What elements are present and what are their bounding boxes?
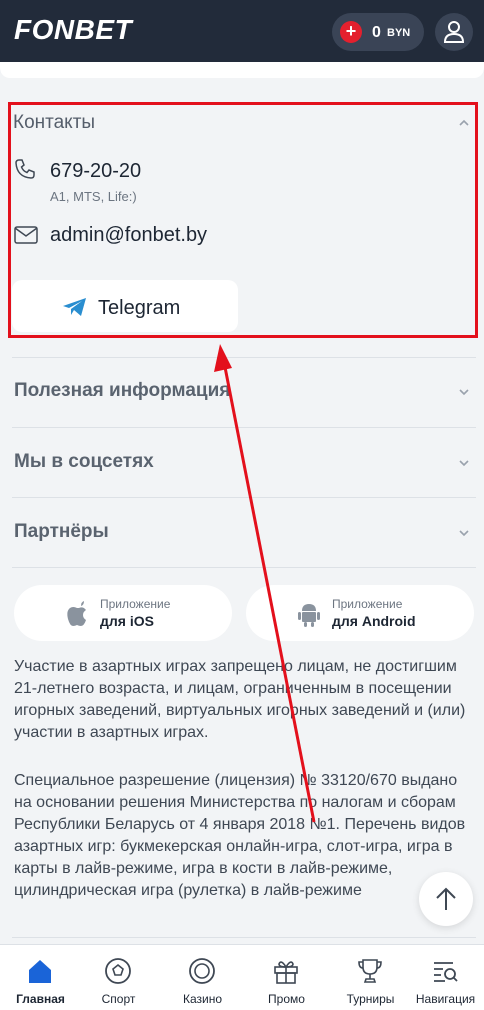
navigation-search-icon bbox=[434, 962, 458, 982]
balance-button[interactable]: + 0 BYN bbox=[332, 13, 424, 51]
trophy-icon bbox=[358, 959, 382, 983]
nav-label: Казино bbox=[182, 992, 223, 1006]
age-restriction-text: Участие в азартных играх запрещено лицам… bbox=[14, 658, 466, 741]
nav-sport[interactable]: Спорт bbox=[78, 945, 159, 1010]
android-big-label: для Android bbox=[332, 613, 416, 629]
home-icon bbox=[29, 960, 51, 983]
android-small-label: Приложение bbox=[332, 597, 403, 611]
apple-icon bbox=[67, 601, 86, 626]
balance-amount: 0 bbox=[372, 24, 381, 41]
contacts-highlight-box bbox=[8, 102, 478, 338]
divider bbox=[12, 937, 476, 938]
social-title[interactable]: Мы в соцсетях bbox=[14, 451, 154, 473]
ios-app-button[interactable]: Приложение для iOS bbox=[14, 585, 232, 641]
nav-label: Спорт bbox=[101, 992, 136, 1006]
balance-currency: BYN bbox=[387, 27, 411, 39]
fonbet-logo[interactable]: FONBET bbox=[14, 14, 132, 46]
chevron-down-icon[interactable] bbox=[458, 527, 470, 539]
nav-label: Промо bbox=[268, 992, 305, 1006]
nav-navigation[interactable]: Навигация bbox=[405, 945, 484, 1010]
user-icon bbox=[443, 21, 465, 43]
license-text: Специальное разрешение (лицензия) № 3312… bbox=[14, 772, 466, 899]
useful-info-title[interactable]: Полезная информация bbox=[14, 380, 230, 402]
ios-big-label: для iOS bbox=[100, 613, 154, 629]
divider bbox=[12, 427, 476, 428]
nav-home[interactable]: Главная bbox=[0, 945, 81, 1010]
app-header: FONBET + 0 BYN bbox=[0, 0, 484, 62]
chevron-down-icon[interactable] bbox=[458, 386, 470, 398]
divider bbox=[12, 567, 476, 568]
casino-chip-icon bbox=[189, 958, 215, 984]
divider bbox=[12, 497, 476, 498]
nav-label: Навигация bbox=[415, 992, 476, 1006]
android-icon bbox=[298, 604, 320, 627]
soccer-ball-icon bbox=[105, 958, 131, 984]
arrow-up-icon bbox=[436, 887, 456, 910]
chevron-down-icon[interactable] bbox=[458, 457, 470, 469]
nav-label: Турниры bbox=[346, 992, 395, 1006]
gift-icon bbox=[274, 961, 298, 984]
bottom-navigation: Главная Спорт Казино Промо Турниры Навиг… bbox=[0, 944, 484, 1010]
nav-label: Главная bbox=[16, 992, 65, 1006]
nav-casino[interactable]: Казино bbox=[162, 945, 243, 1010]
divider bbox=[12, 357, 476, 358]
nav-tournaments[interactable]: Турниры bbox=[330, 945, 411, 1010]
profile-button[interactable] bbox=[435, 13, 473, 51]
page-top-edge bbox=[0, 62, 484, 78]
android-app-button[interactable]: Приложение для Android bbox=[246, 585, 474, 641]
nav-promo[interactable]: Промо bbox=[246, 945, 327, 1010]
partners-title[interactable]: Партнёры bbox=[14, 521, 109, 543]
scroll-to-top-button[interactable] bbox=[419, 872, 473, 926]
ios-small-label: Приложение bbox=[100, 597, 171, 611]
deposit-plus-icon[interactable]: + bbox=[340, 21, 362, 43]
